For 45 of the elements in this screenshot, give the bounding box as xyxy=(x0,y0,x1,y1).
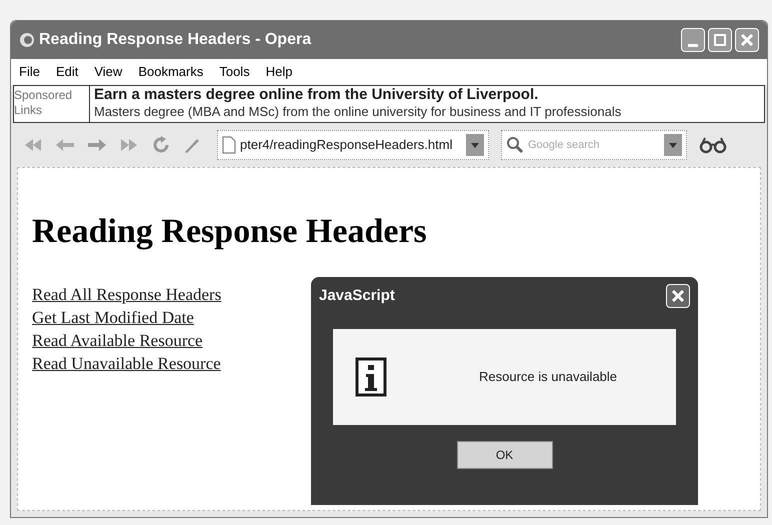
search-input[interactable]: Google search xyxy=(528,136,638,154)
page-link[interactable]: Read All Response Headers xyxy=(32,283,222,306)
menu-item[interactable]: Tools xyxy=(219,62,250,82)
close-icon xyxy=(672,290,684,302)
page-link[interactable]: Get Last Modified Date xyxy=(32,306,194,329)
pen-icon[interactable] xyxy=(183,136,201,154)
maximize-icon xyxy=(714,34,726,46)
page-icon xyxy=(222,136,236,154)
dialog-message: Resource is unavailable xyxy=(479,368,618,386)
browser-logo-icon xyxy=(19,32,35,48)
ad-headline-link[interactable]: Earn a masters degree online from the University of Liverpool. xyxy=(94,86,622,103)
menu-item[interactable]: File xyxy=(19,62,40,82)
close-button[interactable] xyxy=(735,28,759,52)
fast-forward-icon[interactable] xyxy=(119,138,139,152)
menu-item[interactable]: Bookmarks xyxy=(138,62,204,82)
page-link[interactable]: Read Available Resource xyxy=(32,329,203,352)
sponsored-label: Links xyxy=(14,103,44,118)
maximize-button[interactable] xyxy=(708,28,732,52)
ad-text: Masters degree (MBA and MSc) from the online university for business and IT professionals xyxy=(94,103,622,120)
window-title: Reading Response Headers - Opera xyxy=(39,30,312,50)
address-field[interactable]: pter4/readingResponseHeaders.html xyxy=(217,130,489,160)
page-link[interactable]: Read Unavailable Resource xyxy=(32,352,221,375)
menu-item[interactable]: Help xyxy=(266,62,292,82)
search-box[interactable]: Google search xyxy=(501,130,687,160)
rewind-icon[interactable] xyxy=(23,138,43,152)
glasses-icon[interactable] xyxy=(699,136,727,154)
sponsored-label: Sponsored xyxy=(14,88,74,103)
search-icon xyxy=(506,136,524,154)
close-icon xyxy=(741,34,753,46)
menu-item[interactable]: Edit xyxy=(56,62,78,82)
forward-arrow-icon[interactable] xyxy=(87,138,107,152)
reload-icon[interactable] xyxy=(151,135,171,155)
close-button[interactable] xyxy=(666,284,690,308)
page-heading: Reading Response Headers xyxy=(32,212,428,252)
minimize-button[interactable] xyxy=(681,28,705,52)
ok-button[interactable]: OK xyxy=(456,441,552,469)
caret-icon xyxy=(471,142,479,148)
minimize-icon xyxy=(688,44,698,47)
caret-icon xyxy=(669,142,677,148)
menu-item[interactable]: View xyxy=(94,62,122,82)
back-arrow-icon[interactable] xyxy=(55,138,75,152)
dropdown-button[interactable] xyxy=(664,134,682,156)
dialog-title: JavaScript xyxy=(319,286,395,306)
info-icon xyxy=(355,357,387,397)
dropdown-button[interactable] xyxy=(466,134,484,156)
